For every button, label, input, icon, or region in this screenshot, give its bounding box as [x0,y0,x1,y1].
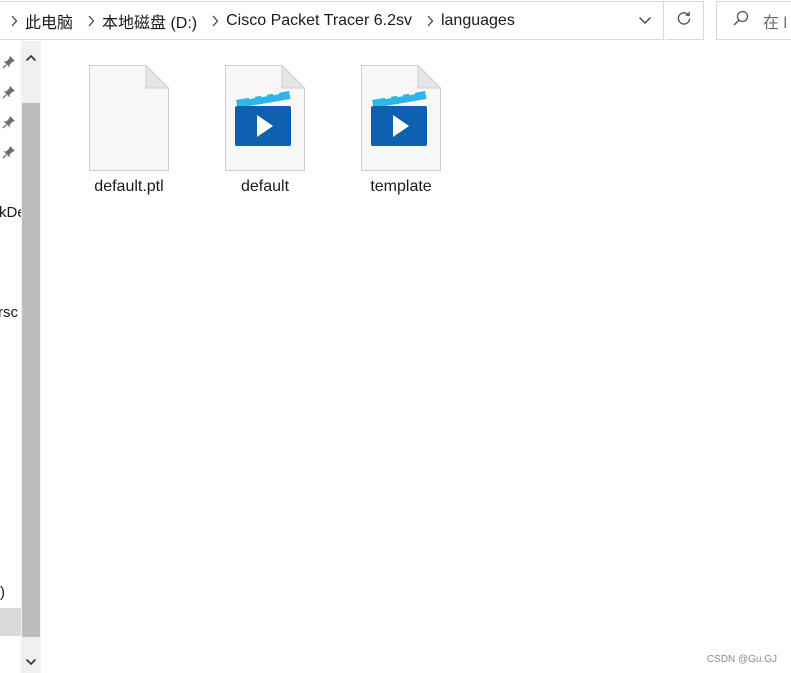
scroll-down-button[interactable] [21,651,41,673]
pin-icon[interactable] [2,115,16,129]
chevron-right-icon[interactable] [208,14,222,28]
nav-item-label[interactable]: ) [0,584,5,601]
address-history-dropdown[interactable] [627,2,663,39]
chevron-up-icon[interactable] [25,49,37,67]
chevron-down-icon[interactable] [25,653,37,671]
file-name: default.ptl [94,178,164,195]
pin-icon[interactable] [2,55,16,69]
pin-icon[interactable] [2,85,16,99]
chevron-right-icon[interactable] [7,14,21,28]
breadcrumb-item-this-pc[interactable]: 此电脑 [0,2,77,39]
nav-selected-item[interactable] [0,608,21,636]
breadcrumb-label[interactable]: languages [441,12,519,30]
breadcrumb-item-cisco-packet-tracer[interactable]: Cisco Packet Tracer 6.2sv [201,2,416,39]
search-box[interactable]: 在 l [716,1,791,40]
file-name: default [240,178,290,195]
address-bar[interactable]: 此电脑 本地磁盘 (D:) Cisco Packet Tracer 6.2sv … [0,1,664,40]
refresh-icon [676,10,692,31]
file-item-default-ptl[interactable]: default.ptl [74,64,184,196]
pin-icon[interactable] [2,145,16,159]
video-file-icon [361,65,441,171]
scroll-thumb[interactable] [22,103,40,637]
navigation-pane[interactable]: kDe rsc ) [0,41,21,673]
scroll-up-button[interactable] [21,45,41,71]
breadcrumb-item-drive-d[interactable]: 本地磁盘 (D:) [77,2,201,39]
chevron-right-icon[interactable] [423,14,437,28]
breadcrumb-label[interactable]: 此电脑 [25,9,77,33]
watermark: CSDN @Gu.GJ [706,654,777,665]
blank-document-icon [89,65,169,171]
nav-scrollbar[interactable] [21,41,41,673]
nav-item-label[interactable]: kDe [0,204,21,221]
breadcrumb-label[interactable]: 本地磁盘 (D:) [102,9,201,33]
search-placeholder[interactable]: 在 l [763,9,787,33]
file-name: template [370,178,432,195]
nav-item-label[interactable]: rsc [0,304,18,321]
refresh-button[interactable] [665,1,704,40]
file-item-default[interactable]: default [210,64,320,196]
chevron-right-icon[interactable] [84,14,98,28]
search-icon [733,10,749,31]
chevron-down-icon[interactable] [638,12,652,30]
file-item-template[interactable]: template [346,64,456,196]
video-file-icon [225,65,305,171]
breadcrumb-item-languages[interactable]: languages [416,2,519,39]
breadcrumb-label[interactable]: Cisco Packet Tracer 6.2sv [226,12,416,30]
